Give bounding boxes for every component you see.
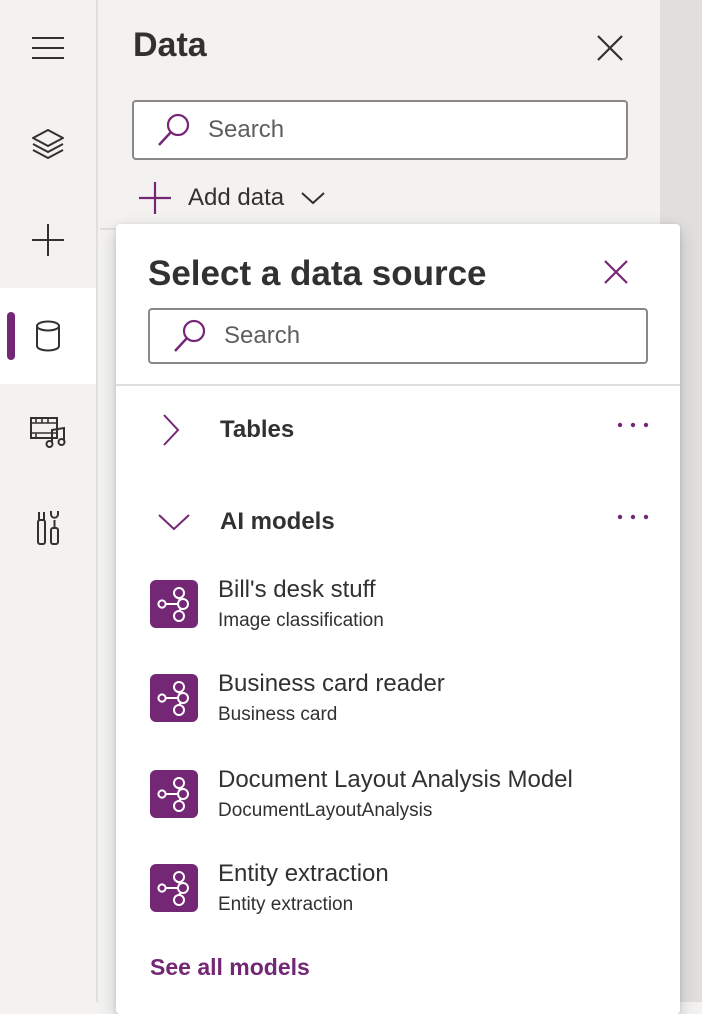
- chevron-down-icon: [301, 192, 325, 205]
- ai-model-icon: [157, 777, 189, 812]
- model-item[interactable]: Document Layout Analysis Model DocumentL…: [116, 762, 680, 842]
- media-button[interactable]: [0, 384, 96, 480]
- tree-view-button[interactable]: [0, 96, 96, 192]
- model-name: Business card reader: [218, 670, 445, 697]
- model-name: Bill's desk stuff: [218, 576, 376, 603]
- model-type: Business card: [218, 704, 338, 725]
- group-tables[interactable]: Tables: [116, 402, 680, 458]
- search-icon: [158, 113, 190, 146]
- flyout-divider: [116, 384, 680, 386]
- close-icon[interactable]: [594, 32, 626, 64]
- model-type: DocumentLayoutAnalysis: [218, 800, 433, 821]
- close-icon[interactable]: [602, 258, 630, 286]
- add-data-label: Add data: [188, 184, 285, 211]
- group-label: AI models: [220, 508, 335, 535]
- data-source-flyout: Select a data source Tables AI models: [116, 224, 680, 1014]
- data-search-input[interactable]: [206, 115, 510, 145]
- pane-title: Data: [133, 26, 207, 64]
- ai-model-icon: [157, 681, 189, 716]
- flyout-title: Select a data source: [148, 254, 487, 293]
- media-icon: [30, 417, 66, 448]
- database-icon: [36, 320, 60, 352]
- model-type: Entity extraction: [218, 894, 354, 915]
- layers-icon: [32, 129, 64, 159]
- group-label: Tables: [220, 416, 295, 443]
- ai-model-tile: [150, 770, 198, 818]
- more-options-icon[interactable]: [616, 420, 650, 430]
- model-name: Document Layout Analysis Model: [218, 766, 573, 793]
- hamburger-icon: [32, 37, 64, 59]
- chevron-right-icon: [163, 414, 180, 446]
- insert-button[interactable]: [0, 192, 96, 288]
- ai-model-tile: [150, 674, 198, 722]
- ai-model-icon: [157, 587, 189, 622]
- ai-model-icon: [157, 871, 189, 906]
- source-search-input[interactable]: [222, 321, 526, 351]
- data-button[interactable]: [0, 288, 96, 384]
- ai-model-tile: [150, 580, 198, 628]
- plus-icon: [32, 224, 64, 256]
- model-type: Image classification: [218, 610, 384, 631]
- model-item[interactable]: Bill's desk stuff Image classification: [116, 572, 680, 652]
- ai-model-tile: [150, 864, 198, 912]
- data-search-box[interactable]: [132, 100, 628, 160]
- add-data-button[interactable]: Add data: [138, 178, 326, 218]
- tools-icon: [37, 511, 59, 545]
- chevron-down-icon: [158, 514, 190, 531]
- see-all-models-link[interactable]: See all models: [150, 954, 310, 981]
- source-search-box[interactable]: [148, 308, 648, 364]
- hamburger-button[interactable]: [0, 0, 96, 96]
- more-options-icon[interactable]: [616, 512, 650, 522]
- search-icon: [174, 319, 206, 352]
- model-name: Entity extraction: [218, 860, 389, 887]
- left-rail: [0, 0, 98, 1002]
- model-item[interactable]: Entity extraction Entity extraction: [116, 856, 680, 936]
- advanced-tools-button[interactable]: [0, 480, 96, 576]
- model-item[interactable]: Business card reader Business card: [116, 666, 680, 746]
- group-ai-models[interactable]: AI models: [116, 494, 680, 550]
- plus-icon: [139, 182, 171, 214]
